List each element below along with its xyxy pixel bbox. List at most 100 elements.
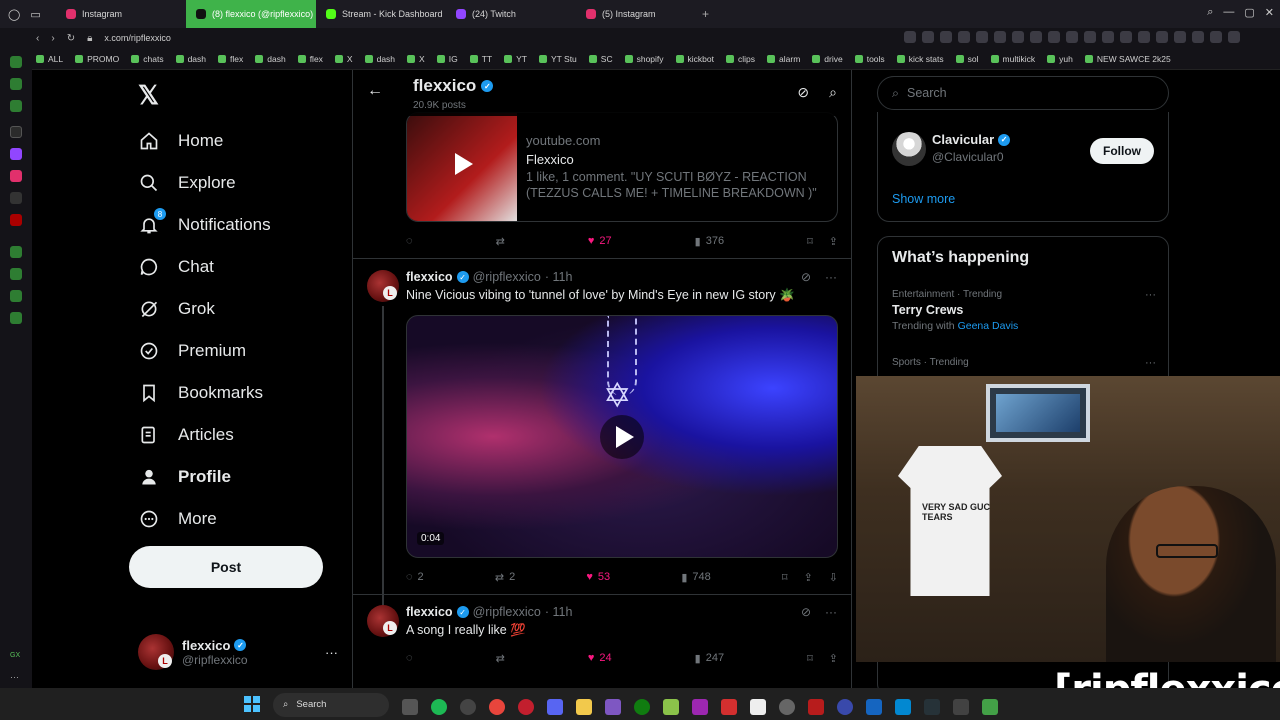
- search-input[interactable]: ⌕ Search: [877, 76, 1169, 110]
- bookmark-item[interactable]: YT Stu: [538, 54, 577, 64]
- gx-icon[interactable]: GX: [10, 652, 20, 659]
- new-tab-button[interactable]: +: [702, 7, 709, 21]
- history-icon[interactable]: [10, 268, 22, 280]
- bookmark-item[interactable]: YT: [504, 54, 527, 64]
- close-icon[interactable]: ✕: [1265, 6, 1274, 19]
- app-icon[interactable]: [895, 698, 911, 715]
- bookmark-item[interactable]: flex: [297, 54, 323, 64]
- sidebar-app-icon[interactable]: [10, 78, 22, 90]
- suggested-name[interactable]: Clavicular: [932, 132, 994, 147]
- opera-logo-icon[interactable]: ◯: [8, 8, 20, 21]
- sidebar-app-icon[interactable]: [10, 56, 22, 68]
- sidebar-app-icon[interactable]: [10, 100, 22, 112]
- bookmark-item[interactable]: dash: [364, 54, 395, 64]
- bookmark-icon[interactable]: ⌑: [807, 652, 813, 665]
- more-options-icon[interactable]: ···: [325, 645, 338, 660]
- app-icon[interactable]: [837, 698, 853, 715]
- extension-icon[interactable]: [1192, 31, 1204, 43]
- bookmark-item[interactable]: shopify: [624, 54, 664, 64]
- repost-button[interactable]: ⇄: [496, 652, 505, 665]
- forward-icon[interactable]: ›: [51, 33, 54, 44]
- tweet-time[interactable]: · 11h: [545, 605, 573, 619]
- extension-icon[interactable]: [1228, 31, 1240, 43]
- grok-icon[interactable]: ⊘: [801, 605, 811, 619]
- trend-item[interactable]: Sports · Trending ···: [892, 357, 1156, 369]
- bookmark-item[interactable]: dash: [175, 54, 206, 64]
- bookmark-item[interactable]: PROMO: [75, 54, 119, 64]
- chrome-icon[interactable]: [489, 698, 505, 715]
- opera-menu[interactable]: ◯ ▭: [0, 0, 56, 28]
- extension-icon[interactable]: [904, 31, 916, 43]
- back-arrow-icon[interactable]: ←: [367, 82, 383, 100]
- tab-x-profile[interactable]: (8) flexxico (@ripflexxico): [186, 0, 316, 28]
- app-icon[interactable]: [692, 698, 708, 715]
- avatar[interactable]: [892, 132, 926, 166]
- extension-icon[interactable]: [1138, 31, 1150, 43]
- file-explorer-icon[interactable]: [576, 698, 592, 715]
- app-icon[interactable]: [953, 698, 969, 715]
- share-icon[interactable]: ⇪: [829, 652, 838, 665]
- extension-icon[interactable]: [1030, 31, 1042, 43]
- bookmark-item[interactable]: ALL: [36, 54, 63, 64]
- extension-icon[interactable]: [976, 31, 988, 43]
- extension-icon[interactable]: [958, 31, 970, 43]
- task-view-icon[interactable]: [402, 698, 418, 715]
- app-icon[interactable]: [750, 698, 766, 715]
- extension-icon[interactable]: [1156, 31, 1168, 43]
- nav-notifications[interactable]: 8 Notifications: [138, 208, 271, 241]
- extensions-icon[interactable]: [10, 290, 22, 302]
- nav-premium[interactable]: Premium: [138, 335, 246, 367]
- bookmark-item[interactable]: sol: [955, 54, 979, 64]
- chatgpt-icon[interactable]: [779, 698, 795, 715]
- notepad-icon[interactable]: [866, 698, 882, 715]
- bookmark-item[interactable]: alarm: [767, 54, 800, 64]
- grok-icon[interactable]: ⊘: [797, 84, 809, 101]
- app-icon[interactable]: [663, 698, 679, 715]
- bookmark-item[interactable]: drive: [812, 54, 843, 64]
- views-button[interactable]: ▮ 376: [695, 235, 724, 248]
- tab-twitch[interactable]: (24) Twitch: [446, 0, 576, 28]
- bookmark-item[interactable]: clips: [726, 54, 755, 64]
- reload-icon[interactable]: ↻: [67, 33, 75, 44]
- extension-icon[interactable]: [1066, 31, 1078, 43]
- search-icon[interactable]: ⌕: [1207, 6, 1213, 19]
- x-icon[interactable]: [10, 192, 22, 204]
- extension-icon[interactable]: [940, 31, 952, 43]
- bookmark-item[interactable]: SC: [588, 54, 613, 64]
- bookmark-item[interactable]: kick stats: [896, 54, 944, 64]
- tab-list-icon[interactable]: ▭: [30, 8, 40, 21]
- reply-button[interactable]: ◌ 2: [406, 571, 424, 583]
- tweet-author-handle[interactable]: @ripflexxico: [473, 605, 541, 619]
- tweet-author-handle[interactable]: @ripflexxico: [473, 270, 541, 284]
- nav-home[interactable]: Home: [138, 125, 223, 157]
- trend-item[interactable]: Entertainment · Trending Terry Crews Tre…: [892, 289, 1156, 332]
- like-button[interactable]: ♥ 24: [588, 652, 612, 664]
- tab-instagram-2[interactable]: (5) Instagram: [576, 0, 706, 28]
- extension-icon[interactable]: [1084, 31, 1096, 43]
- views-button[interactable]: ▮ 748: [681, 571, 710, 584]
- nav-profile[interactable]: Profile: [138, 461, 231, 493]
- nav-bookmarks[interactable]: Bookmarks: [138, 377, 263, 409]
- bookmark-item[interactable]: kickbot: [675, 54, 714, 64]
- like-button[interactable]: ♥ 27: [588, 235, 612, 247]
- taskbar-search[interactable]: ⌕ Search: [273, 692, 389, 717]
- extension-icon[interactable]: [1210, 31, 1222, 43]
- nav-more[interactable]: More: [138, 503, 217, 535]
- views-button[interactable]: ▮ 247: [695, 652, 724, 665]
- search-icon[interactable]: ⌕: [829, 84, 837, 101]
- tweet-time[interactable]: · 11h: [545, 270, 573, 284]
- app-icon[interactable]: [808, 698, 824, 715]
- more-options-icon[interactable]: ···: [825, 270, 837, 284]
- app-icon[interactable]: [605, 698, 621, 715]
- x-logo-icon[interactable]: 𝕏: [138, 80, 159, 111]
- bookmark-icon[interactable]: ⌑: [807, 235, 813, 248]
- player-icon[interactable]: [10, 246, 22, 258]
- download-icon[interactable]: ⇩: [829, 571, 838, 584]
- trend-related[interactable]: Geena Davis: [958, 320, 1019, 332]
- reply-button[interactable]: ◌: [406, 235, 413, 247]
- share-icon[interactable]: ⇪: [829, 235, 838, 248]
- bookmark-item[interactable]: chats: [131, 54, 164, 64]
- instagram-icon[interactable]: [10, 170, 22, 182]
- steam-icon[interactable]: [924, 698, 940, 715]
- back-icon[interactable]: ‹: [36, 33, 39, 44]
